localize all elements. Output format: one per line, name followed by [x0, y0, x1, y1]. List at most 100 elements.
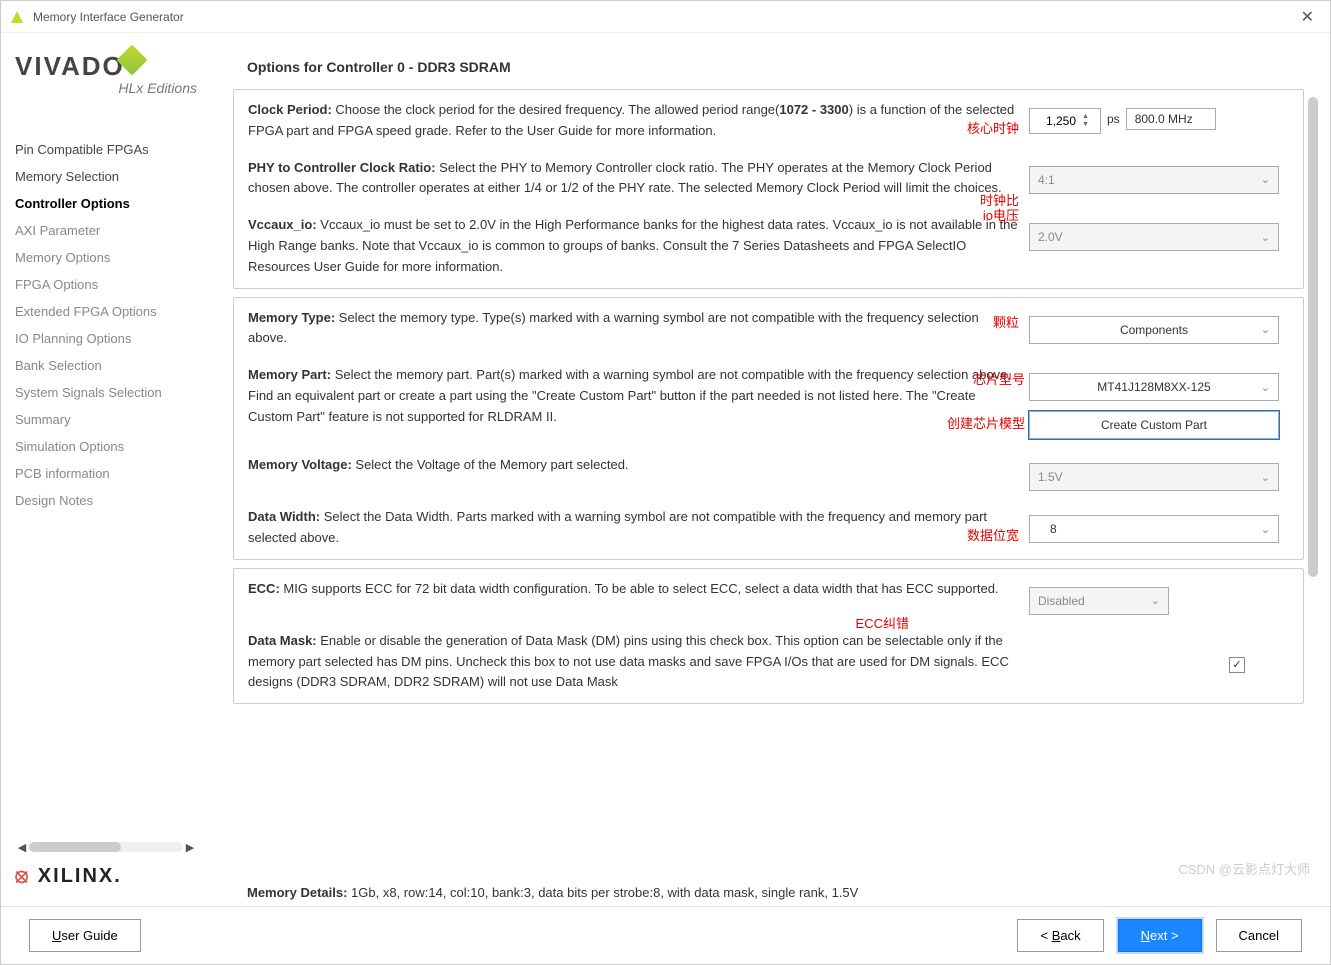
mempart-controls: MT41J128M8XX-125⌄ Create Custom Part — [1029, 365, 1289, 439]
nav-item-1[interactable]: Memory Selection — [15, 163, 197, 190]
next-button[interactable]: Next > — [1118, 919, 1202, 952]
nav-list: Pin Compatible FPGAsMemory SelectionCont… — [15, 136, 197, 833]
panel-ecc: ECC: MIG supports ECC for 72 bit data wi… — [233, 568, 1304, 704]
nav-item-0[interactable]: Pin Compatible FPGAs — [15, 136, 197, 163]
details-value: 1Gb, x8, row:14, col:10, bank:3, data bi… — [347, 885, 858, 900]
clock-controls: ▲▼ ps 800.0 MHz — [1029, 100, 1289, 142]
voltage-label: Memory Voltage: — [248, 457, 352, 472]
main: VIVADO HLx Editions Pin Compatible FPGAs… — [1, 33, 1330, 906]
bottom-bar: User Guide < Back Next > Cancel — [1, 906, 1330, 964]
chevron-down-icon: ⌄ — [1261, 173, 1270, 186]
sidebar-scrollbar[interactable]: ◀ ▶ — [15, 839, 197, 855]
ecc-select: Disabled⌄ — [1029, 587, 1169, 615]
chevron-down-icon: ⌄ — [1261, 381, 1270, 394]
create-custom-part-button[interactable]: Create Custom Part — [1029, 411, 1279, 439]
scroll-right-icon[interactable]: ▶ — [183, 841, 197, 854]
sidebar-bottom: ◀ ▶ ⦻ XILINX. — [15, 833, 197, 888]
chevron-down-icon: ⌄ — [1261, 523, 1270, 536]
nav-item-3[interactable]: AXI Parameter — [15, 217, 197, 244]
clock-period-spinner[interactable]: ▲▼ — [1029, 108, 1101, 134]
logo-area: VIVADO HLx Editions — [15, 51, 197, 96]
vivado-text: VIVADO — [15, 51, 125, 81]
vertical-scroll-thumb[interactable] — [1308, 97, 1318, 577]
ratio-desc: PHY to Controller Clock Ratio: Select th… — [248, 158, 1029, 200]
width-select[interactable]: 8⌄ — [1029, 515, 1279, 543]
hlx-subtitle: HLx Editions — [15, 80, 197, 96]
width-controls: 8⌄ — [1029, 507, 1289, 549]
back-button[interactable]: < Back — [1017, 919, 1103, 952]
anno-width: 数据位宽 — [967, 525, 1019, 544]
ratio-select: 4:1⌄ — [1029, 166, 1279, 194]
nav-item-5[interactable]: FPGA Options — [15, 271, 197, 298]
scroll-area[interactable]: Clock Period: Choose the clock period fo… — [221, 89, 1320, 879]
sidebar: VIVADO HLx Editions Pin Compatible FPGAs… — [1, 33, 211, 906]
nav-item-10[interactable]: Summary — [15, 406, 197, 433]
vccaux-desc: Vccaux_io: Vccaux_io must be set to 2.0V… — [248, 215, 1029, 277]
chevron-down-icon: ⌄ — [1151, 594, 1160, 607]
mempart-select[interactable]: MT41J128M8XX-125⌄ — [1029, 373, 1279, 401]
row-memtype: Memory Type: Select the memory type. Typ… — [248, 308, 1289, 350]
vccaux-label: Vccaux_io: — [248, 217, 317, 232]
nav-item-9[interactable]: System Signals Selection — [15, 379, 197, 406]
memtype-controls: Components⌄ — [1029, 308, 1289, 350]
row-mask: Data Mask: Enable or disable the generat… — [248, 631, 1289, 693]
row-clock-period: Clock Period: Choose the clock period fo… — [248, 100, 1289, 142]
nav-item-6[interactable]: Extended FPGA Options — [15, 298, 197, 325]
window-title: Memory Interface Generator — [33, 10, 1293, 24]
memtype-label: Memory Type: — [248, 310, 335, 325]
memory-details-line: Memory Details: 1Gb, x8, row:14, col:10,… — [221, 879, 1320, 906]
row-mempart: Memory Part: Select the memory part. Par… — [248, 365, 1289, 439]
mask-desc: Data Mask: Enable or disable the generat… — [248, 631, 1029, 693]
xilinx-logo: ⦻ XILINX. — [15, 865, 197, 888]
mask-checkbox[interactable]: ✓ — [1229, 657, 1245, 673]
vccaux-select: 2.0V⌄ — [1029, 223, 1279, 251]
vivado-logo: VIVADO — [15, 51, 197, 82]
clock-unit: ps — [1107, 108, 1120, 126]
memtype-select[interactable]: Components⌄ — [1029, 316, 1279, 344]
app-icon — [9, 9, 25, 25]
mask-label: Data Mask: — [248, 633, 317, 648]
width-desc: Data Width: Select the Data Width. Parts… — [248, 507, 1029, 549]
mask-controls: ✓ — [1029, 631, 1289, 693]
spin-up-icon[interactable]: ▲ — [1080, 113, 1091, 121]
width-label: Data Width: — [248, 509, 320, 524]
content: Options for Controller 0 - DDR3 SDRAM Cl… — [211, 33, 1330, 906]
nav-item-13[interactable]: Design Notes — [15, 487, 197, 514]
scroll-track[interactable] — [29, 842, 183, 852]
voltage-select: 1.5V⌄ — [1029, 463, 1279, 491]
titlebar: Memory Interface Generator ✕ — [1, 1, 1330, 33]
anno-vccaux: io电压 — [983, 205, 1019, 224]
anno-custompart: 创建芯片模型 — [947, 413, 1025, 432]
window: Memory Interface Generator ✕ VIVADO HLx … — [0, 0, 1331, 965]
anno-ecc: ECC纠错 — [856, 613, 909, 632]
ecc-label: ECC: — [248, 581, 280, 596]
anno-mempart: 芯片型号 — [973, 369, 1025, 388]
row-ecc: ECC: MIG supports ECC for 72 bit data wi… — [248, 579, 1289, 615]
clock-label: Clock Period: — [248, 102, 332, 117]
nav-item-8[interactable]: Bank Selection — [15, 352, 197, 379]
row-voltage: Memory Voltage: Select the Voltage of th… — [248, 455, 1289, 491]
nav-item-12[interactable]: PCB information — [15, 460, 197, 487]
mempart-desc: Memory Part: Select the memory part. Par… — [248, 365, 1029, 439]
scroll-thumb[interactable] — [29, 842, 121, 852]
ecc-desc: ECC: MIG supports ECC for 72 bit data wi… — [248, 579, 1029, 615]
xilinx-text: XILINX. — [38, 865, 122, 887]
spin-down-icon[interactable]: ▼ — [1080, 121, 1091, 129]
panel-memory: Memory Type: Select the memory type. Typ… — [233, 297, 1304, 560]
close-icon[interactable]: ✕ — [1293, 7, 1322, 27]
nav-item-11[interactable]: Simulation Options — [15, 433, 197, 460]
nav-item-2[interactable]: Controller Options — [15, 190, 197, 217]
ratio-controls: 4:1⌄ — [1029, 158, 1289, 200]
clock-mhz-display: 800.0 MHz — [1126, 108, 1216, 130]
nav-item-7[interactable]: IO Planning Options — [15, 325, 197, 352]
nav-item-4[interactable]: Memory Options — [15, 244, 197, 271]
scroll-left-icon[interactable]: ◀ — [15, 841, 29, 854]
vccaux-controls: 2.0V⌄ — [1029, 215, 1289, 277]
cancel-button[interactable]: Cancel — [1216, 919, 1302, 952]
voltage-desc: Memory Voltage: Select the Voltage of th… — [248, 455, 1029, 491]
row-width: Data Width: Select the Data Width. Parts… — [248, 507, 1289, 549]
page-title: Options for Controller 0 - DDR3 SDRAM — [247, 59, 1320, 75]
mempart-label: Memory Part: — [248, 367, 331, 382]
user-guide-button[interactable]: User Guide — [29, 919, 141, 952]
clock-period-input[interactable] — [1030, 114, 1080, 128]
